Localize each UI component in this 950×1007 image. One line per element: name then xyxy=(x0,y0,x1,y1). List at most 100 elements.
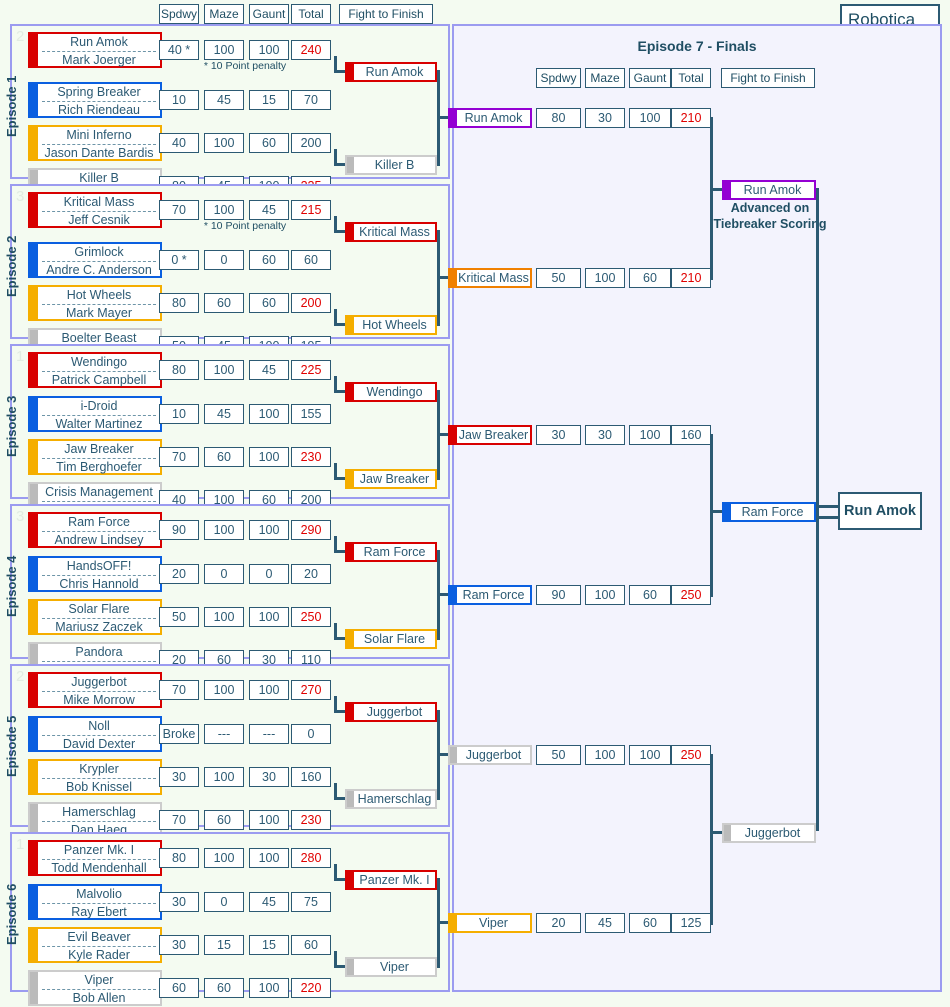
episode-winner-chip[interactable]: Kritical Mass xyxy=(448,268,532,288)
score-spdwy: 80 xyxy=(159,293,199,313)
score-maze: 100 xyxy=(204,767,244,787)
competitor-card[interactable]: Malvolio Ray Ebert xyxy=(28,884,162,920)
score-total: 290 xyxy=(291,520,331,540)
episode-winner-chip[interactable]: Run Amok xyxy=(448,108,532,128)
score-spdwy: 80 xyxy=(159,848,199,868)
bot-name: HandsOFF! xyxy=(66,559,132,573)
competitor-card[interactable]: Mini Inferno Jason Dante Bardis xyxy=(28,125,162,161)
score-total: 270 xyxy=(291,680,331,700)
score-total: 200 xyxy=(291,133,331,153)
score-gaunt: 100 xyxy=(249,404,289,424)
semifinal-winner-chip[interactable]: Ram Force xyxy=(345,542,437,562)
chip-label: Kritical Mass xyxy=(359,225,430,239)
competitor-card[interactable]: HandsOFF! Chris Hannold xyxy=(28,556,162,592)
team-color-bar xyxy=(724,504,731,520)
competitor-card[interactable]: Jaw Breaker Tim Berghoefer xyxy=(28,439,162,475)
team-color-bar xyxy=(347,704,354,720)
score-gaunt: 100 xyxy=(249,40,289,60)
competitor-card[interactable]: Spring Breaker Rich Riendeau xyxy=(28,82,162,118)
score-spdwy: 80 xyxy=(159,360,199,380)
competitor-card[interactable]: Wendingo Patrick Campbell xyxy=(28,352,162,388)
score-gaunt: --- xyxy=(249,724,289,744)
bot-name: Kritical Mass xyxy=(63,195,135,209)
semifinal-winner-chip[interactable]: Hot Wheels xyxy=(345,315,437,335)
episode-winner-chip[interactable]: Jaw Breaker xyxy=(448,425,532,445)
round2-winner-chip[interactable]: Run Amok xyxy=(722,180,816,200)
competitor-card[interactable]: Noll David Dexter xyxy=(28,716,162,752)
chip-label: Wendingo xyxy=(366,385,423,399)
chip-label: Kritical Mass xyxy=(458,271,529,285)
chip-label: Killer B xyxy=(374,158,415,172)
team-color-bar xyxy=(347,64,354,80)
bracket-connector xyxy=(334,149,337,165)
score-gaunt: 15 xyxy=(249,935,289,955)
competitor-card[interactable]: Hot Wheels Mark Mayer xyxy=(28,285,162,321)
competitor-card[interactable]: Krypler Bob Knissel xyxy=(28,759,162,795)
score-maze: 15 xyxy=(204,935,244,955)
score-maze: 100 xyxy=(204,133,244,153)
driver-name: Bob Knissel xyxy=(65,780,132,794)
driver-name: Rich Riendeau xyxy=(58,103,140,117)
team-color-bar xyxy=(30,886,38,918)
competitor-card[interactable]: Grimlock Andre C. Anderson xyxy=(28,242,162,278)
bot-name: Mini Inferno xyxy=(66,128,132,142)
bracket-connector xyxy=(334,864,337,880)
score-gaunt: 0 xyxy=(249,564,289,584)
semifinal-winner-chip[interactable]: Panzer Mk. I xyxy=(345,870,437,890)
episode-label: Episode 6 xyxy=(4,883,19,945)
semifinal-winner-chip[interactable]: Wendingo xyxy=(345,382,437,402)
finals-header-fight: Fight to Finish xyxy=(721,68,815,88)
finals-score-spdwy: 80 xyxy=(536,108,581,128)
team-color-bar xyxy=(347,157,354,173)
semifinal-winner-chip[interactable]: Kritical Mass xyxy=(345,222,437,242)
semifinal-winner-chip[interactable]: Jaw Breaker xyxy=(345,469,437,489)
semifinal-winner-chip[interactable]: Solar Flare xyxy=(345,629,437,649)
score-gaunt: 30 xyxy=(249,767,289,787)
semifinal-winner-chip[interactable]: Killer B xyxy=(345,155,437,175)
score-spdwy: 70 xyxy=(159,680,199,700)
episode-winner-chip[interactable]: Viper xyxy=(448,913,532,933)
competitor-card[interactable]: Panzer Mk. I Todd Mendenhall xyxy=(28,840,162,876)
bot-name: i-Droid xyxy=(80,399,118,413)
episode-winner-chip[interactable]: Ram Force xyxy=(448,585,532,605)
team-color-bar xyxy=(347,544,354,560)
episode-label: Episode 3 xyxy=(4,395,19,457)
competitor-card[interactable]: Kritical Mass Jeff Cesnik xyxy=(28,192,162,228)
semifinal-winner-chip[interactable]: Hamerschlag xyxy=(345,789,437,809)
competitor-card[interactable]: Run Amok Mark Joerger xyxy=(28,32,162,68)
driver-name: Todd Mendenhall xyxy=(51,861,147,875)
score-spdwy: 70 xyxy=(159,200,199,220)
chip-label: Run Amok xyxy=(743,183,802,197)
score-maze: 0 xyxy=(204,564,244,584)
team-color-bar xyxy=(347,959,354,975)
finals-score-total: 250 xyxy=(671,745,711,765)
competitor-card[interactable]: Ram Force Andrew Lindsey xyxy=(28,512,162,548)
team-color-bar xyxy=(30,194,38,226)
chip-label: Hamerschlag xyxy=(357,792,432,806)
competitor-card[interactable]: Solar Flare Mariusz Zaczek xyxy=(28,599,162,635)
driver-name: Bob Allen xyxy=(72,991,126,1005)
round2-winner-chip[interactable]: Ram Force xyxy=(722,502,816,522)
driver-name: Chris Hannold xyxy=(59,577,139,591)
semifinal-winner-chip[interactable]: Viper xyxy=(345,957,437,977)
episode-winner-chip[interactable]: Juggerbot xyxy=(448,745,532,765)
score-total: 60 xyxy=(291,935,331,955)
score-maze: 60 xyxy=(204,293,244,313)
episode-seed: 2 xyxy=(16,28,25,45)
competitor-card[interactable]: Viper Bob Allen xyxy=(28,970,162,1006)
bracket-connector xyxy=(334,696,337,712)
competitor-card[interactable]: Evil Beaver Kyle Rader xyxy=(28,927,162,963)
semifinal-winner-chip[interactable]: Juggerbot xyxy=(345,702,437,722)
competitor-card[interactable]: Juggerbot Mike Morrow xyxy=(28,672,162,708)
competitor-card[interactable]: i-Droid Walter Martinez xyxy=(28,396,162,432)
score-total: 230 xyxy=(291,810,331,830)
score-maze: 100 xyxy=(204,520,244,540)
team-color-bar xyxy=(450,110,457,126)
team-color-bar xyxy=(450,915,457,931)
finals-score-total: 250 xyxy=(671,585,711,605)
driver-name: Patrick Campbell xyxy=(51,373,147,387)
score-maze: 0 xyxy=(204,250,244,270)
chip-label: Panzer Mk. I xyxy=(359,873,430,887)
round2-winner-chip[interactable]: Juggerbot xyxy=(722,823,816,843)
semifinal-winner-chip[interactable]: Run Amok xyxy=(345,62,437,82)
